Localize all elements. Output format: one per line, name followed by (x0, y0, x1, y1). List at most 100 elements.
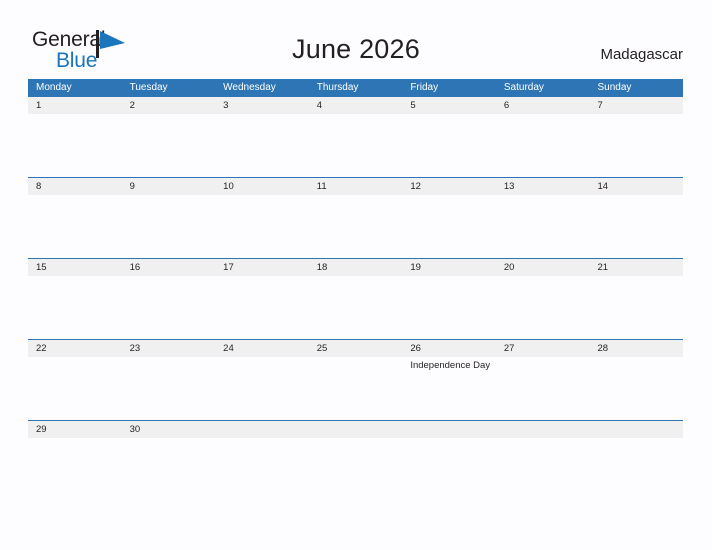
day-event (504, 114, 590, 116)
day-cell-empty (589, 421, 683, 501)
day-event (223, 114, 309, 116)
day-cell[interactable]: 21 (589, 259, 683, 339)
day-event (597, 438, 683, 440)
calendar-week-row: 29 30 (28, 420, 683, 501)
day-event (223, 195, 309, 197)
country-label: Madagascar (600, 46, 683, 63)
day-number: 18 (316, 262, 328, 273)
weekday-header-thursday: Thursday (316, 82, 359, 93)
day-number: 25 (316, 343, 328, 354)
day-cell[interactable]: 1 (28, 97, 122, 177)
day-cell-holiday[interactable]: 26 Independence Day (402, 340, 496, 420)
day-cell[interactable]: 15 (28, 259, 122, 339)
day-event (597, 195, 683, 197)
day-number: 19 (410, 262, 421, 273)
day-event (504, 357, 590, 359)
day-cell[interactable]: 7 (589, 97, 683, 177)
day-cell[interactable]: 8 (28, 178, 122, 258)
day-cell[interactable]: 24 (215, 340, 309, 420)
day-cell[interactable]: 22 (28, 340, 122, 420)
day-cell[interactable]: 2 (122, 97, 216, 177)
day-event (130, 195, 216, 197)
day-event (317, 357, 403, 359)
day-cell[interactable]: 17 (215, 259, 309, 339)
weekday-header-saturday: Saturday (503, 82, 544, 93)
day-event (223, 357, 309, 359)
day-event (36, 438, 122, 440)
day-event (597, 276, 683, 278)
day-number: 4 (316, 100, 323, 111)
day-event (130, 438, 216, 440)
day-number: 17 (223, 262, 234, 273)
day-number: 16 (129, 262, 141, 273)
day-number: 13 (503, 181, 515, 192)
day-cell[interactable]: 3 (215, 97, 309, 177)
calendar-week-row: 15 16 17 18 19 20 21 (28, 258, 683, 339)
day-cell-empty (309, 421, 403, 501)
day-cell[interactable]: 12 (402, 178, 496, 258)
day-cell[interactable]: 14 (589, 178, 683, 258)
day-event (410, 438, 496, 440)
weekday-header-tuesday: Tuesday (129, 82, 168, 93)
day-number: 7 (597, 100, 603, 111)
day-cell[interactable]: 27 (496, 340, 590, 420)
day-number: 28 (597, 343, 609, 354)
day-cell[interactable]: 25 (309, 340, 403, 420)
day-number: 27 (503, 343, 515, 354)
weekday-header-row: Monday Tuesday Wednesday Thursday Friday… (28, 79, 683, 96)
day-event (130, 357, 216, 359)
day-number: 14 (597, 181, 609, 192)
day-cell[interactable]: 9 (122, 178, 216, 258)
day-event (597, 114, 683, 116)
day-event (410, 114, 496, 116)
day-cell[interactable]: 16 (122, 259, 216, 339)
day-event (36, 357, 122, 359)
day-cell[interactable]: 29 (28, 421, 122, 501)
day-cell[interactable]: 11 (309, 178, 403, 258)
day-cell[interactable]: 6 (496, 97, 590, 177)
day-event (504, 195, 590, 197)
day-number (504, 421, 590, 438)
day-event (317, 276, 403, 278)
day-cell[interactable]: 5 (402, 97, 496, 177)
calendar-week-row: 22 23 24 25 26 Independence Day 27 28 (28, 339, 683, 420)
day-cell[interactable]: 30 (122, 421, 216, 501)
day-number (597, 421, 683, 438)
day-event (597, 357, 683, 359)
day-cell[interactable]: 28 (589, 340, 683, 420)
day-number: 30 (129, 424, 141, 435)
day-number: 20 (503, 262, 515, 273)
day-number: 5 (410, 100, 416, 111)
weekday-header-wednesday: Wednesday (223, 82, 276, 93)
day-cell[interactable]: 18 (309, 259, 403, 339)
day-number (317, 421, 403, 438)
day-event (223, 276, 309, 278)
day-number: 24 (223, 343, 234, 354)
day-cell-empty (496, 421, 590, 501)
day-number: 15 (36, 262, 47, 273)
day-number: 1 (36, 100, 42, 111)
day-event (130, 276, 216, 278)
day-event (36, 114, 122, 116)
day-number: 23 (129, 343, 141, 354)
day-cell-empty (215, 421, 309, 501)
weekday-header-monday: Monday (36, 82, 72, 93)
day-number: 12 (410, 181, 421, 192)
day-cell-empty (402, 421, 496, 501)
day-event (36, 276, 122, 278)
day-event (317, 195, 403, 197)
day-event (130, 114, 216, 116)
day-number: 8 (36, 181, 42, 192)
day-number: 3 (223, 100, 229, 111)
day-cell[interactable]: 19 (402, 259, 496, 339)
calendar-week-row: 8 9 10 11 12 13 14 (28, 177, 683, 258)
day-cell[interactable]: 20 (496, 259, 590, 339)
day-number: 26 (410, 343, 421, 354)
day-number: 6 (503, 100, 510, 111)
day-cell[interactable]: 10 (215, 178, 309, 258)
day-event (223, 438, 309, 440)
day-number: 22 (36, 343, 47, 354)
day-cell[interactable]: 23 (122, 340, 216, 420)
day-cell[interactable]: 13 (496, 178, 590, 258)
day-cell[interactable]: 4 (309, 97, 403, 177)
